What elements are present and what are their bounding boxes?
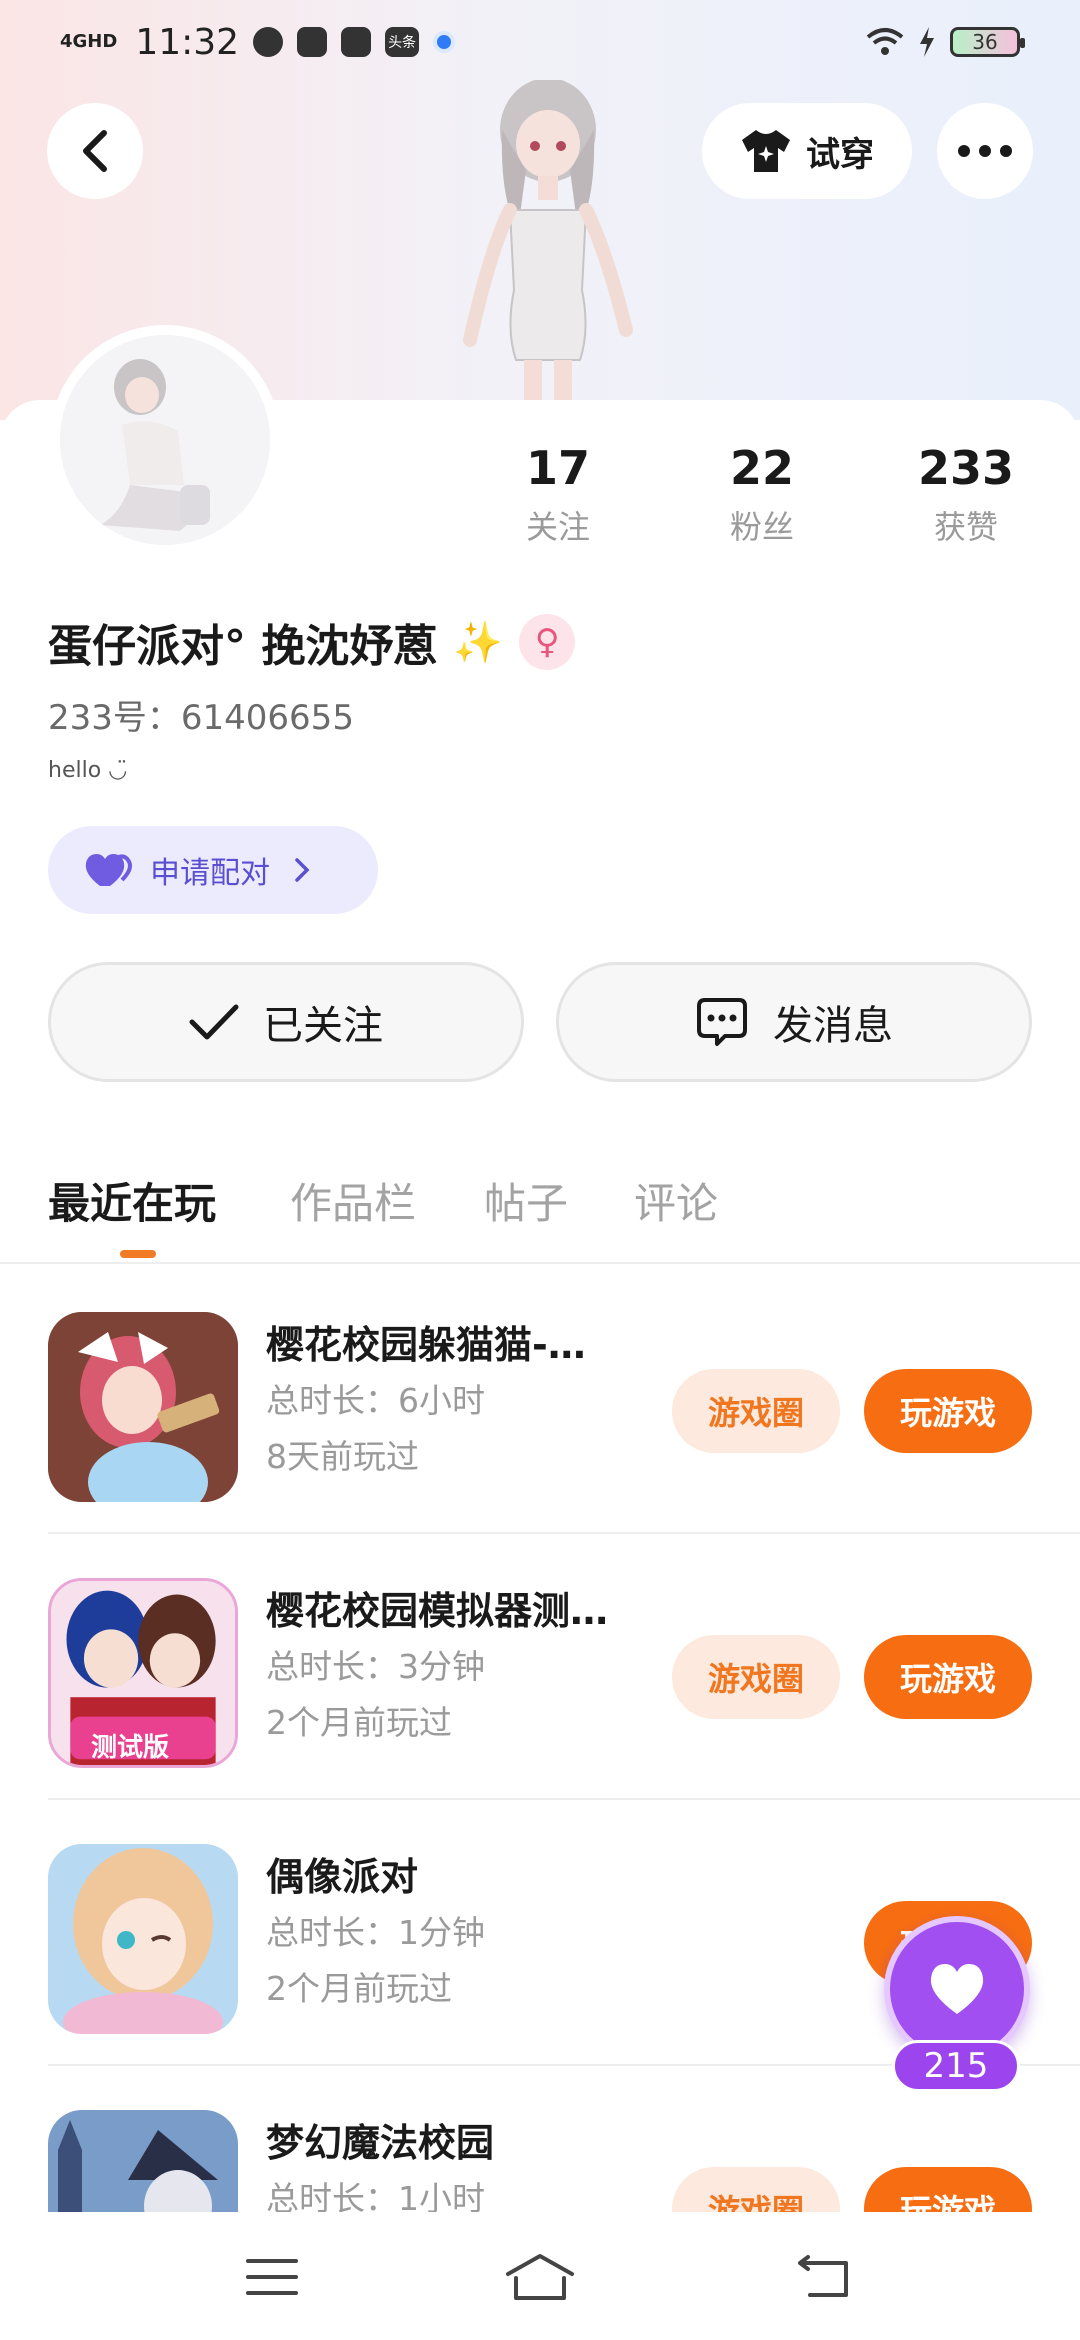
game-duration: 总时长：6小时 [266, 1381, 485, 1420]
game-row[interactable]: 樱花校园躲猫猫-… 总时长：6小时 8天前玩过 游戏圈 玩游戏 [48, 1268, 1080, 1534]
back-button[interactable] [47, 103, 143, 199]
active-tab-indicator [120, 1250, 156, 1258]
play-game-button[interactable]: 玩游戏 [864, 2167, 1032, 2212]
following-count: 17 [525, 441, 590, 495]
following-label: 关注 [525, 508, 590, 546]
game-thumbnail[interactable] [48, 2110, 238, 2212]
likes-label: 获赞 [933, 508, 998, 546]
following-label-text: 已关注 [263, 1003, 383, 1049]
username: 蛋仔派对° 挽沈妤蒽 [48, 621, 438, 672]
followers-count: 22 [729, 441, 794, 495]
game-thumbnail[interactable]: 测试版 [48, 1578, 238, 1768]
more-dots-icon [958, 145, 1012, 157]
likes-count: 233 [917, 441, 1015, 495]
charging-icon [920, 27, 934, 57]
game-last-played: 2个月前玩过 [266, 1703, 452, 1742]
play-game-button[interactable]: 玩游戏 [864, 1369, 1032, 1453]
game-cover-image [48, 1844, 238, 2034]
following-button[interactable]: 已关注 [48, 962, 524, 1082]
chat-bubble-icon [697, 998, 747, 1046]
tshirt-icon [742, 130, 790, 172]
back-arrow-icon [798, 2255, 848, 2297]
avatar-image [60, 335, 270, 545]
news-notification-icon: 头条 [385, 27, 420, 57]
heart-icon [930, 1964, 984, 2014]
checkmark-icon [189, 1004, 239, 1040]
menu-icon [246, 2259, 298, 2295]
menu-nav-button[interactable] [232, 2242, 312, 2312]
stat-likes[interactable]: 233 获赞 [876, 440, 1056, 548]
game-last-played: 8天前玩过 [266, 1437, 419, 1476]
send-message-label: 发消息 [773, 1003, 893, 1049]
game-duration: 总时长：1分钟 [266, 1913, 485, 1952]
clock: 11:32 [135, 21, 240, 63]
try-on-button[interactable]: 试穿 [702, 103, 912, 199]
tab-works[interactable]: 作品栏 [290, 1170, 416, 1231]
play-game-button[interactable]: 玩游戏 [864, 1635, 1032, 1719]
game-last-played: 2个月前玩过 [266, 1969, 452, 2008]
user-bio: hello ◡̈ [48, 758, 128, 783]
send-message-button[interactable]: 发消息 [556, 962, 1032, 1082]
like-count-badge: 215 [892, 2040, 1020, 2092]
battery-indicator: 36 [950, 27, 1025, 57]
browser-notification-icon [433, 31, 456, 53]
stat-followers[interactable]: 22 粉丝 [672, 440, 852, 548]
user-id: 233号：61406655 [48, 698, 354, 738]
sparkle-icon: ✨ [453, 619, 504, 666]
game-cover-image [48, 2110, 238, 2212]
app-notification-icon [253, 27, 284, 57]
network-indicator: 4GHD [60, 31, 118, 52]
tab-posts[interactable]: 帖子 [484, 1170, 568, 1231]
game-circle-button[interactable]: 游戏圈 [672, 1369, 840, 1453]
video-notification-icon [297, 27, 328, 57]
tab-recently-played[interactable]: 最近在玩 [48, 1170, 216, 1231]
system-navigation-bar [0, 2212, 1080, 2340]
back-nav-button[interactable] [784, 2242, 864, 2312]
game-title: 偶像派对 [266, 1855, 419, 1899]
stat-following[interactable]: 17 关注 [468, 440, 648, 548]
game-circle-button[interactable]: 游戏圈 [672, 1635, 840, 1719]
home-icon [506, 2254, 574, 2300]
game-title: 樱花校园躲猫猫-… [266, 1323, 586, 1367]
book-notification-icon [341, 27, 372, 57]
avatar-figure-illustration [463, 80, 633, 420]
more-options-button[interactable] [937, 103, 1033, 199]
wifi-icon [866, 28, 904, 55]
female-gender-icon: ♀ [519, 614, 576, 670]
profile-tabs: 最近在玩 作品栏 帖子 评论 [0, 1160, 1080, 1264]
home-nav-button[interactable] [500, 2242, 580, 2312]
game-title: 梦幻魔法校园 [266, 2121, 495, 2165]
heart-icon [85, 854, 132, 886]
game-row[interactable]: 测试版 樱花校园模拟器测… 总时长：3分钟 2个月前玩过 游戏圈 玩游戏 [48, 1534, 1080, 1800]
name-row: 蛋仔派对° 挽沈妤蒽 ✨ ♀ [48, 610, 576, 674]
game-duration: 总时长：1小时 [266, 2179, 485, 2212]
request-pair-button[interactable]: 申请配对 [48, 826, 378, 914]
game-circle-button[interactable]: 游戏圈 [672, 2167, 840, 2212]
chevron-right-icon [295, 858, 310, 882]
game-cover-image [48, 1312, 238, 1502]
try-on-label: 试穿 [806, 134, 874, 175]
avatar[interactable] [60, 335, 270, 545]
test-version-badge: 测试版 [91, 1733, 170, 1763]
request-pair-label: 申请配对 [150, 856, 270, 891]
chevron-left-icon [83, 130, 107, 172]
game-duration: 总时长：3分钟 [266, 1647, 485, 1686]
tab-comments[interactable]: 评论 [634, 1170, 718, 1231]
status-bar: 4GHD 11:32 头条 36 [0, 0, 1080, 84]
game-title: 樱花校园模拟器测… [266, 1589, 609, 1633]
game-thumbnail[interactable] [48, 1844, 238, 2034]
followers-label: 粉丝 [729, 508, 794, 546]
game-thumbnail[interactable] [48, 1312, 238, 1502]
